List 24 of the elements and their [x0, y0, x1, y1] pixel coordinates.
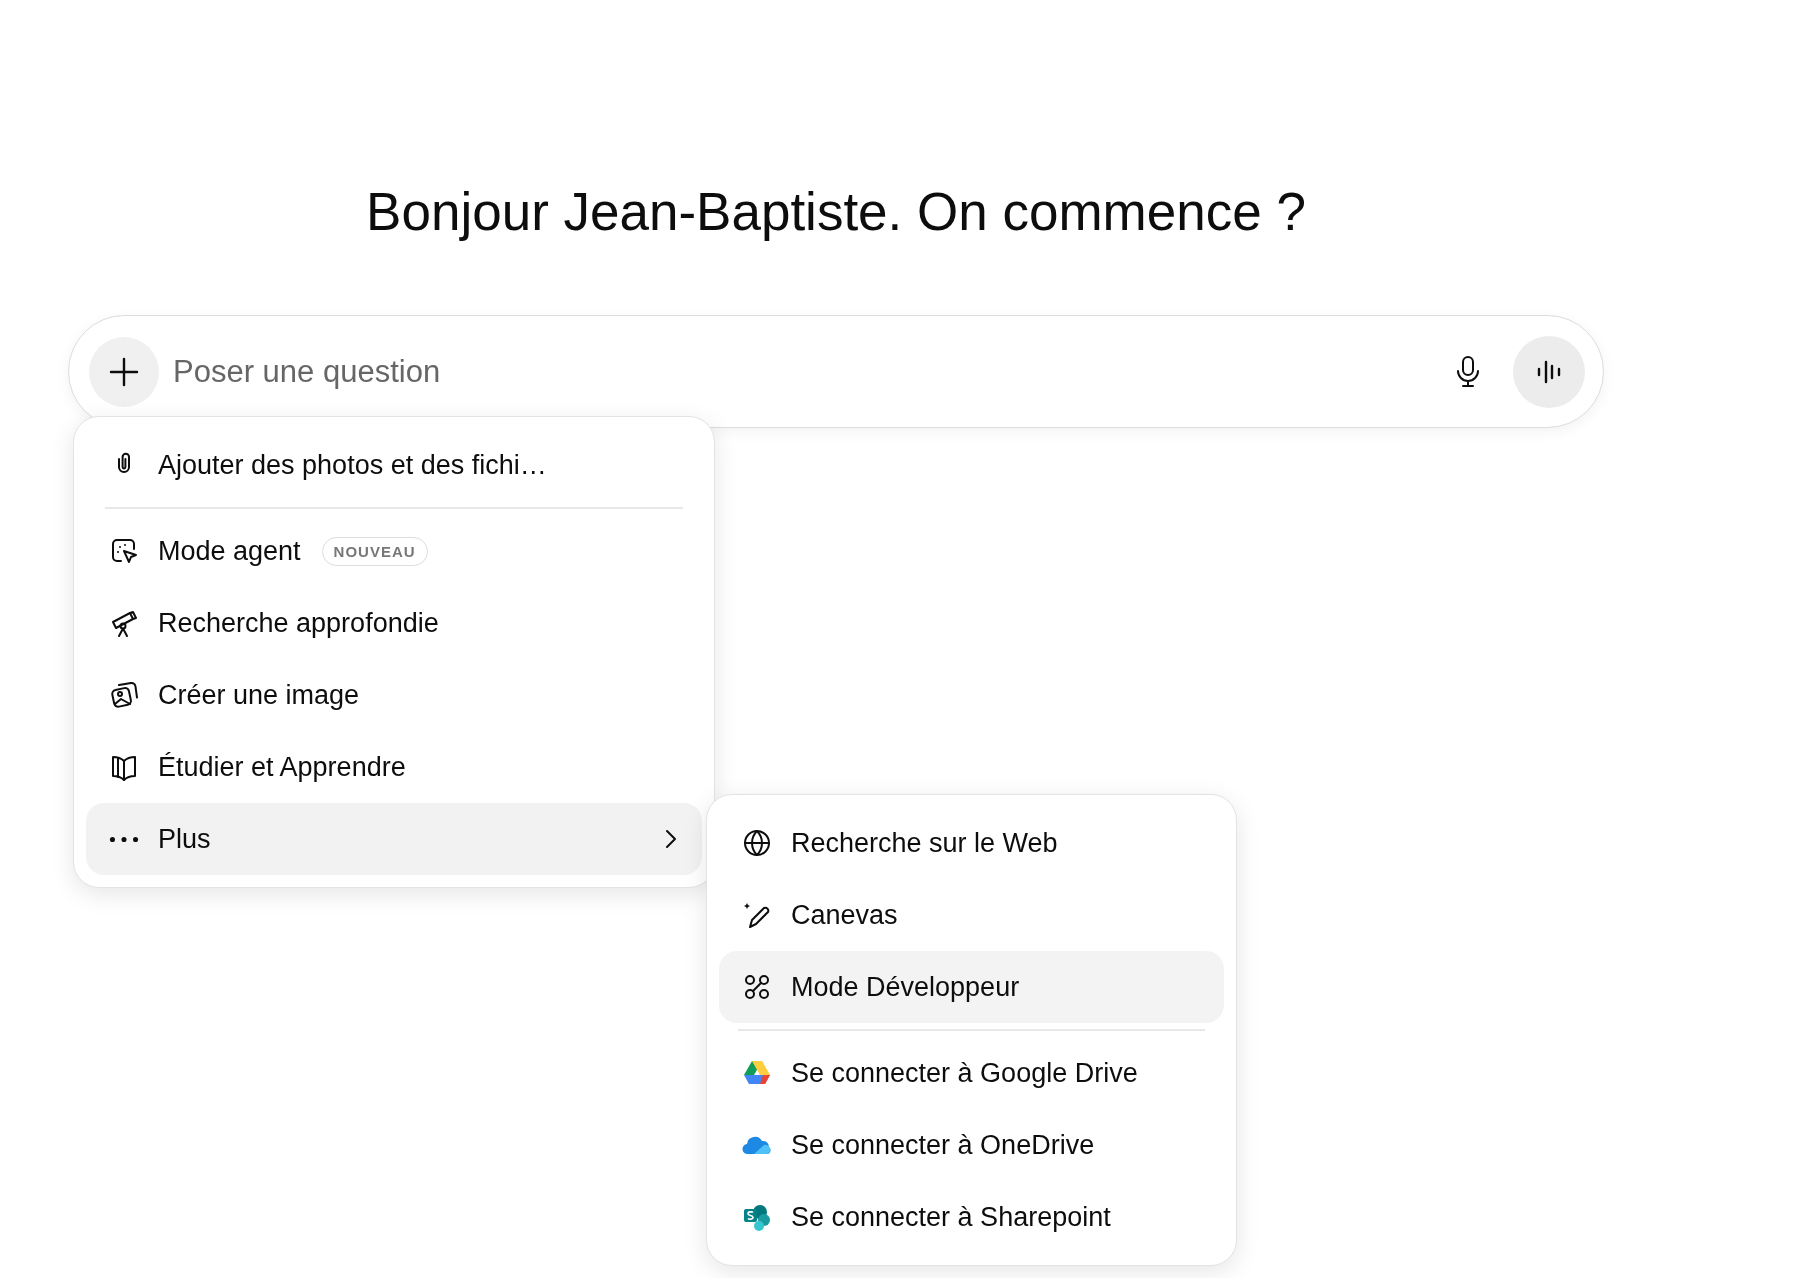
question-input[interactable]: Poser une question	[171, 345, 1443, 398]
menu-item[interactable]: Étudier et Apprendre	[86, 731, 702, 803]
question-field[interactable]: Poser une question	[68, 315, 1604, 428]
circles-icon	[742, 972, 772, 1002]
menu-item[interactable]: Mode agent NOUVEAU	[86, 515, 702, 587]
telescope-icon	[109, 608, 139, 638]
menu-item[interactable]: Se connecter à Sharepoint	[719, 1181, 1224, 1253]
chevron-icon	[663, 827, 679, 851]
menu-item[interactable]: Se connecter à Google Drive	[719, 1037, 1224, 1109]
image-icon	[109, 680, 139, 710]
menu-item[interactable]: Recherche sur le Web	[719, 807, 1224, 879]
menu-item[interactable]: Créer une image	[86, 659, 702, 731]
menu-item[interactable]: Recherche approfondie	[86, 587, 702, 659]
menu-item[interactable]: Ajouter des photos et des fichi…	[86, 429, 702, 501]
menu-item[interactable]: Se connecter à OneDrive	[719, 1109, 1224, 1181]
s-logo-icon	[742, 1202, 772, 1232]
more-menu-item[interactable]: Plus	[86, 803, 702, 875]
globe-icon	[742, 828, 772, 858]
menu-item[interactable]: Mode Développeur	[719, 951, 1224, 1023]
menu-item[interactable]: Canevas	[719, 879, 1224, 951]
cursor-icon	[109, 536, 139, 566]
plus-icon	[108, 355, 140, 388]
dots-icon	[109, 835, 139, 843]
greeting-heading: Bonjour Jean-Baptiste. On commence ?	[365, 181, 1307, 242]
